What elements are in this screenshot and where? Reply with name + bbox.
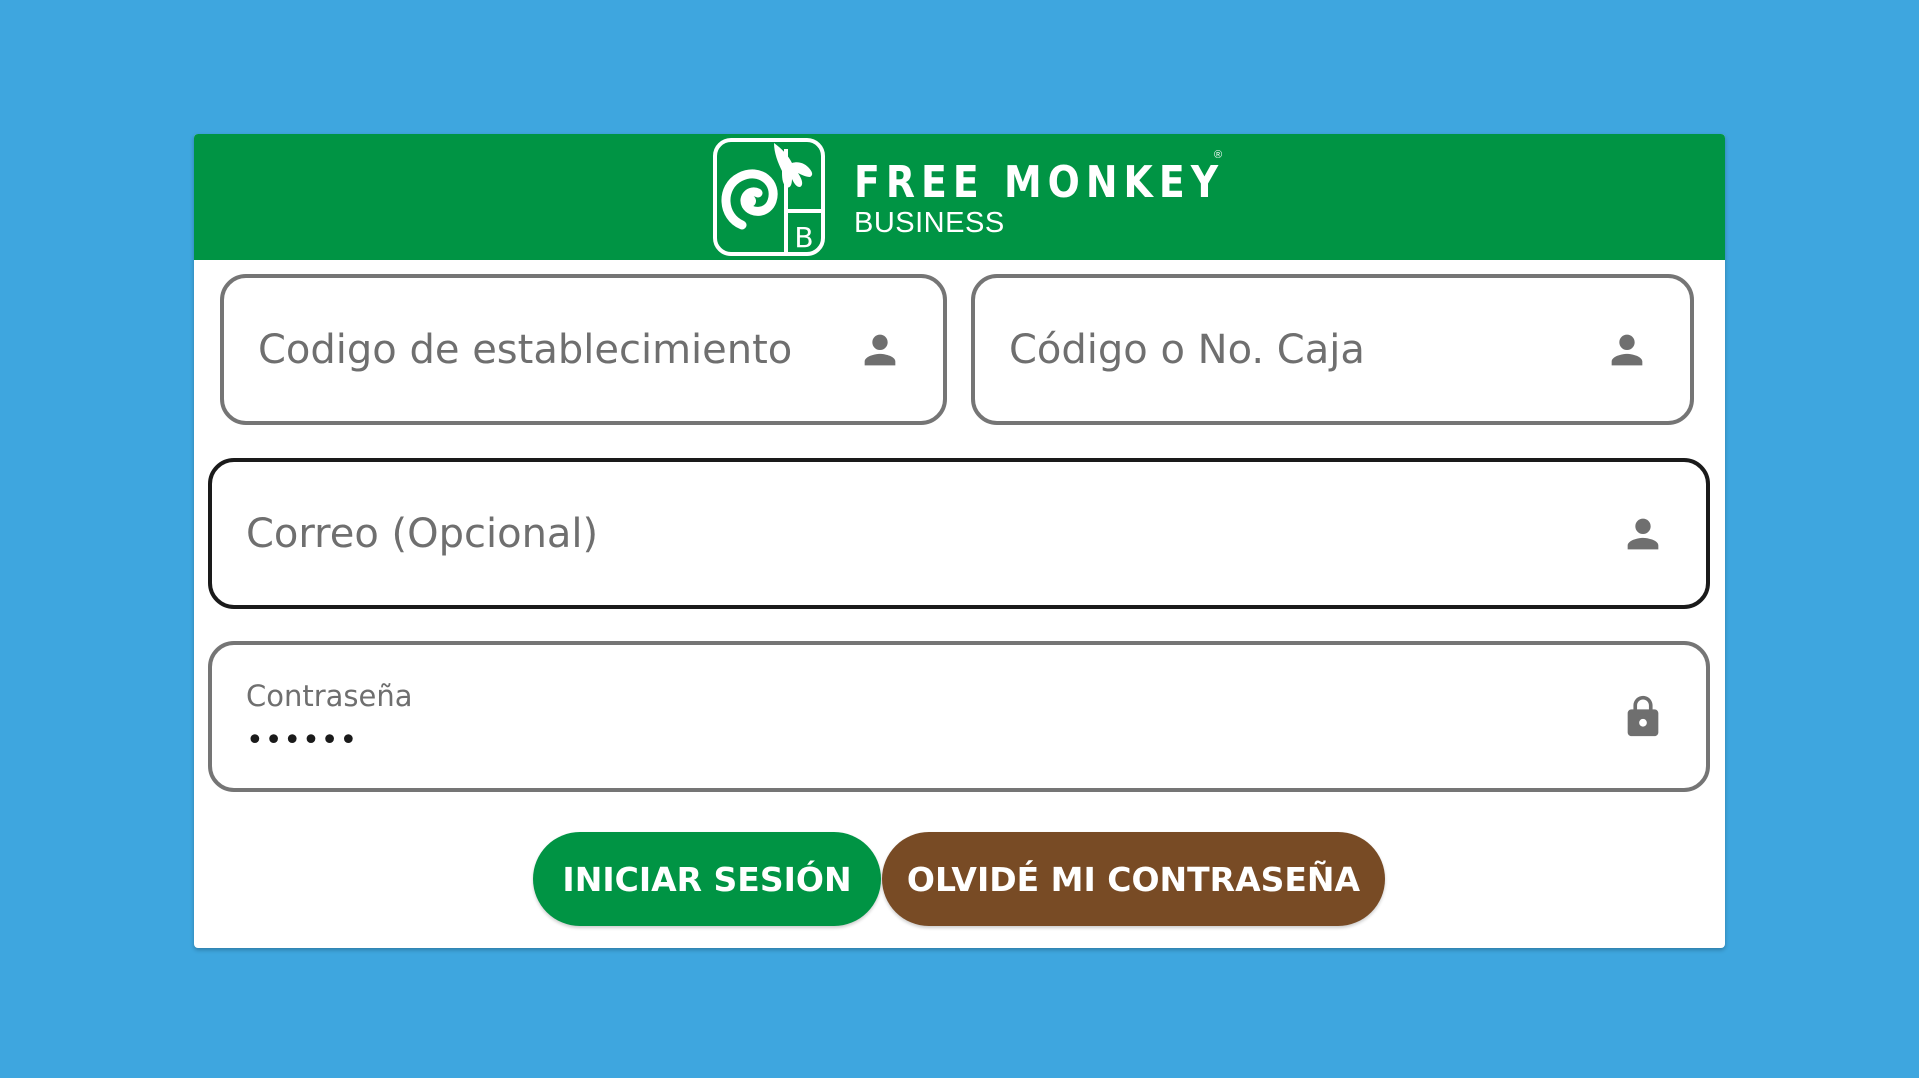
email-input[interactable] (246, 462, 1610, 605)
password-label: Contraseña (246, 679, 413, 713)
free-monkey-logo: B FREE MONKEY ® BUSINESS (712, 137, 1232, 257)
person-icon (1627, 518, 1659, 549)
register-code-field (971, 274, 1694, 425)
email-field (208, 458, 1710, 609)
lock-icon (1627, 695, 1659, 736)
brand-header: B FREE MONKEY ® BUSINESS (194, 134, 1725, 260)
person-icon (864, 334, 896, 365)
register-code-input[interactable] (1009, 278, 1594, 421)
password-input[interactable]: •••••• (246, 723, 358, 758)
establishment-code-input[interactable] (258, 278, 847, 421)
password-field[interactable]: Contraseña •••••• (208, 641, 1710, 792)
forgot-password-button[interactable]: OLVIDÉ MI CONTRASEÑA (882, 832, 1385, 926)
logo-badge-letter: B (794, 221, 813, 254)
brand-subtitle: BUSINESS (854, 207, 1005, 239)
person-icon (1611, 334, 1643, 365)
brand-title: FREE MONKEY (854, 157, 1225, 208)
registered-mark: ® (1214, 149, 1223, 161)
login-card: B FREE MONKEY ® BUSINESS Contraseña ••••… (194, 134, 1725, 948)
establishment-code-field (220, 274, 947, 425)
login-button[interactable]: INICIAR SESIÓN (533, 832, 881, 926)
monkey-logo-icon: B (713, 138, 825, 256)
